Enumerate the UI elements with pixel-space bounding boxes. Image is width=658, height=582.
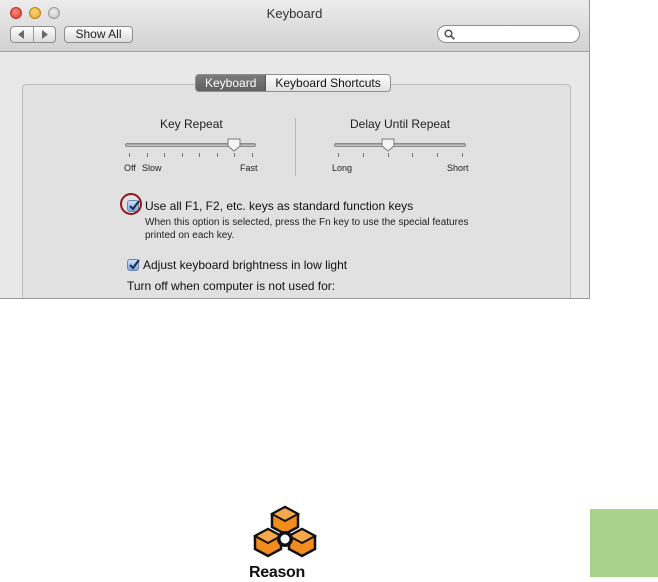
delay-short-label: Short: [447, 163, 469, 173]
forward-button[interactable]: [32, 27, 56, 42]
tab-keyboard-shortcuts[interactable]: Keyboard Shortcuts: [266, 75, 390, 91]
tab-bar: Keyboard Keyboard Shortcuts: [195, 74, 391, 92]
title-bar: Keyboard Show All: [0, 0, 589, 52]
slider-tick: [462, 153, 463, 157]
search-icon: [444, 29, 455, 45]
key-repeat-slow-label: Slow: [142, 163, 162, 173]
slider-tick: [437, 153, 439, 157]
delay-until-repeat-title: Delay Until Repeat: [350, 117, 451, 131]
slider-tick: [199, 153, 201, 157]
chevron-left-icon: [17, 30, 24, 39]
slider-tick: [164, 153, 166, 157]
slider-tick: [181, 153, 183, 157]
window-title: Keyboard: [266, 6, 323, 21]
search-field[interactable]: [437, 25, 580, 43]
delay-until-repeat-slider[interactable]: [334, 143, 466, 147]
function-keys-description: When this option is selected, press the …: [145, 217, 469, 241]
delay-until-repeat-slider-thumb[interactable]: [381, 138, 395, 152]
checkmark-icon: [129, 259, 140, 270]
slider-tick: [252, 153, 253, 157]
tab-keyboard[interactable]: Keyboard: [196, 75, 267, 91]
key-repeat-title: Key Repeat: [160, 117, 223, 131]
back-forward-control: [10, 26, 56, 43]
green-block: [590, 509, 658, 577]
slider-tick: [362, 153, 364, 157]
slider-tick: [216, 153, 218, 157]
slider-tick: [387, 153, 389, 157]
section-divider: [295, 118, 296, 176]
slider-tick: [412, 153, 414, 157]
chevron-right-icon: [42, 30, 49, 39]
brightness-label: Adjust keyboard brightness in low light: [143, 258, 348, 272]
slider-tick: [129, 153, 130, 157]
reason-logo-text: Reason: [249, 564, 305, 581]
slider-tick: [146, 153, 148, 157]
show-all-button[interactable]: Show All: [64, 26, 133, 43]
delay-long-label: Long: [332, 163, 353, 173]
keyboard-preferences-window: Keyboard Show All Keyboard Keyboard Shor…: [0, 0, 590, 299]
slider-tick: [338, 153, 339, 157]
turn-off-label: Turn off when computer is not used for:: [127, 279, 336, 293]
function-keys-label: Use all F1, F2, etc. keys as standard fu…: [145, 199, 414, 213]
back-button[interactable]: [11, 27, 33, 42]
key-repeat-fast-label: Fast: [240, 163, 258, 173]
key-repeat-off-label: Off: [124, 163, 136, 173]
brightness-checkbox[interactable]: [127, 259, 140, 271]
slider-tick: [234, 153, 236, 157]
reason-logo-icon: [252, 505, 318, 558]
highlight-circle: [120, 193, 142, 215]
key-repeat-slider-thumb[interactable]: [227, 138, 241, 152]
